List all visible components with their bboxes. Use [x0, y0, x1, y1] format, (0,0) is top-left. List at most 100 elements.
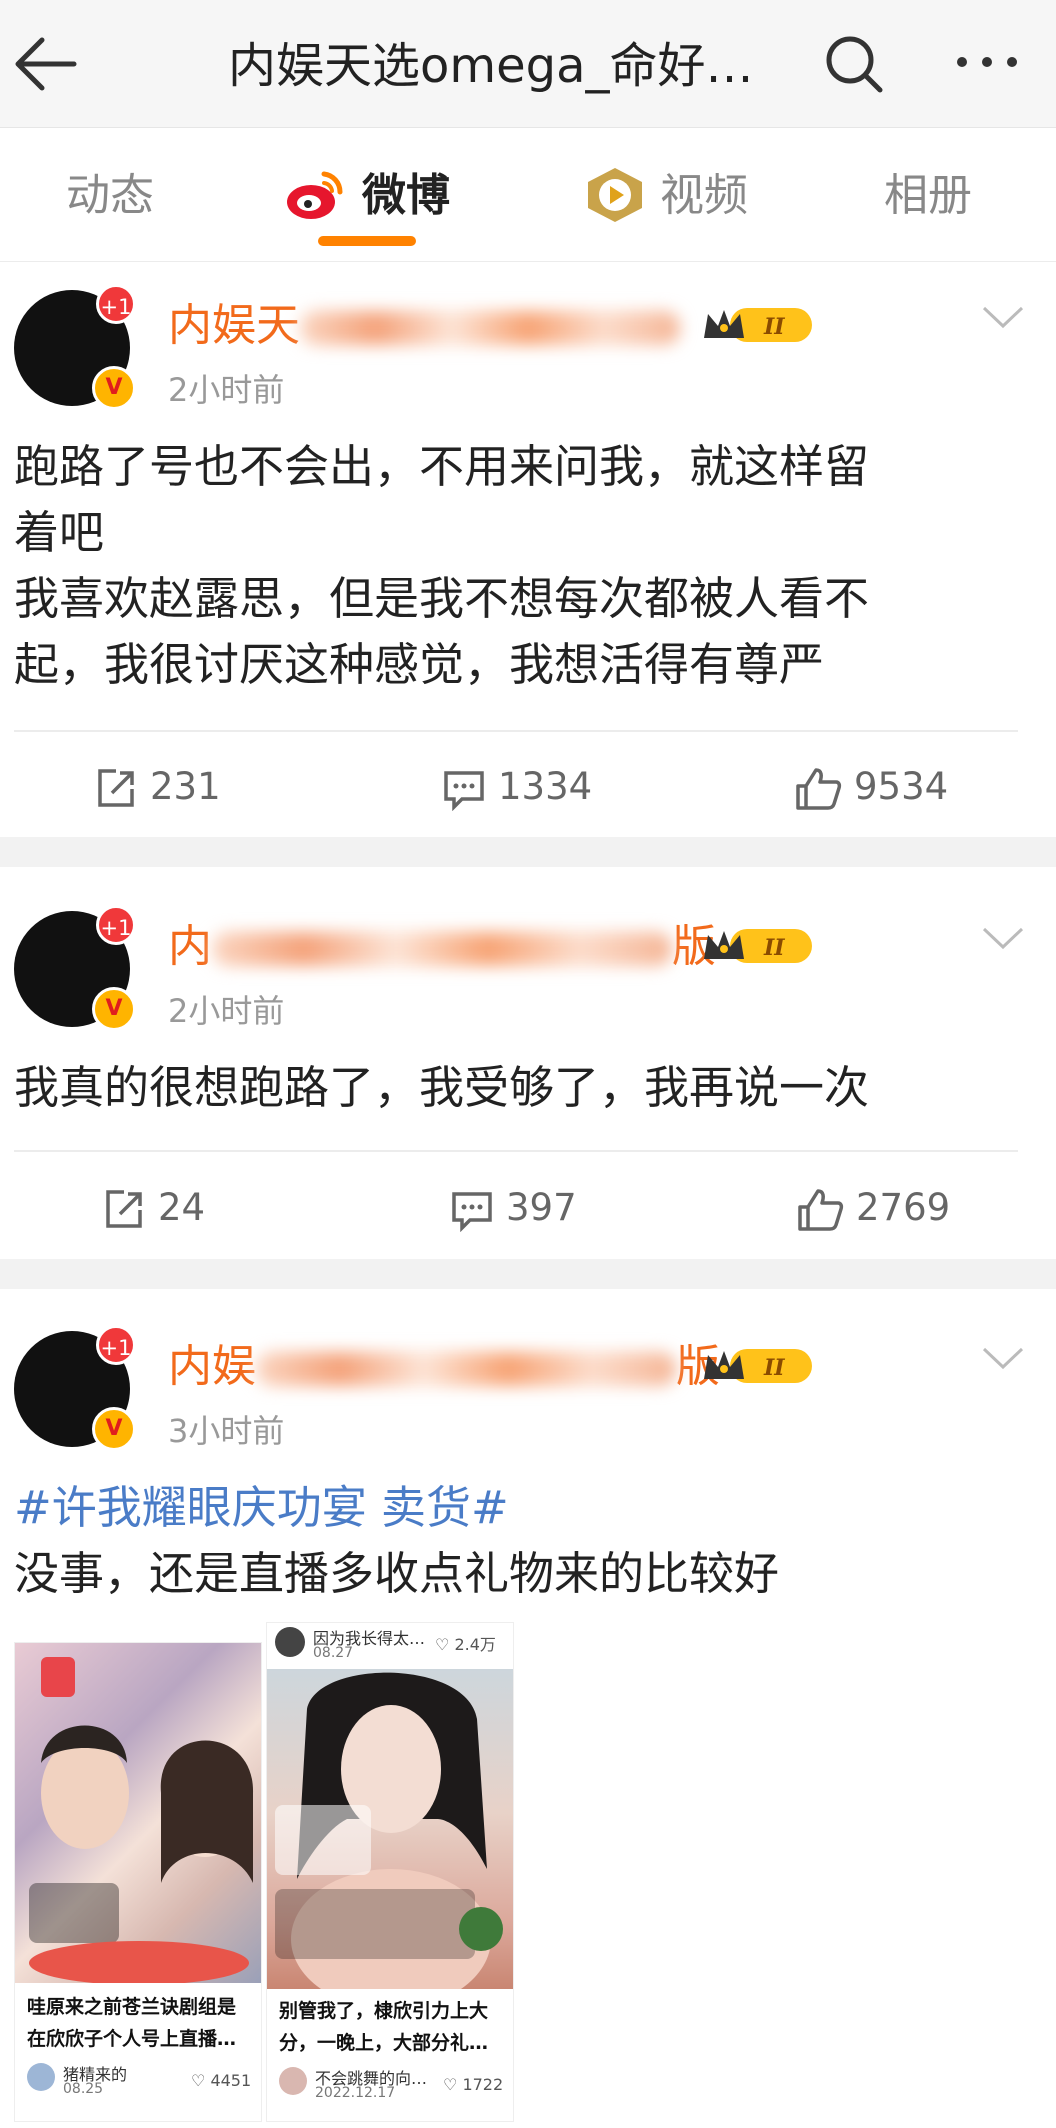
username[interactable]: 内娱天 — [168, 298, 680, 354]
username-text: 内 — [168, 921, 212, 972]
vip-level: II — [763, 1355, 785, 1381]
thumbs-up-icon — [796, 767, 842, 810]
comment-icon — [452, 1191, 492, 1232]
weibo-logo-icon — [284, 166, 346, 224]
author-avatar — [279, 2067, 307, 2095]
chevron-down-icon[interactable] — [980, 1343, 1026, 1373]
video-play-icon — [584, 166, 646, 224]
repost-icon — [106, 1189, 142, 1228]
post-separator — [0, 837, 1056, 867]
post-text-line: 跑路了号也不会出，不用来问我，就这样留 — [14, 440, 870, 493]
post-text: 我真的很想跑路了，我受够了，我再说一次 — [14, 1055, 1034, 1121]
tab-album[interactable]: 相册 — [884, 168, 972, 224]
username[interactable]: 内版 — [168, 919, 716, 975]
post-time: 3小时前 — [168, 1412, 285, 1450]
post-separator — [0, 1259, 1056, 1289]
weibo-post[interactable]: +1 V 内版 II 2小时前 我真的很想跑路了，我受够了，我再说一次 24 3… — [0, 867, 1056, 1259]
image-top-like-count: 2.4万 — [454, 1635, 496, 1654]
divider — [14, 730, 1018, 732]
top-bar: 内娱天选omega_命好… — [0, 0, 1056, 128]
topic-link[interactable]: #许我耀眼庆功宴 卖货# — [14, 1475, 1034, 1541]
image-date: 2022.12.17 — [315, 2085, 396, 2101]
verified-badge-icon: V — [92, 987, 136, 1031]
active-tab-indicator — [318, 236, 416, 246]
more-dots-icon[interactable] — [950, 30, 1030, 98]
post-text-line: 我真的很想跑路了，我受够了，我再说一次 — [14, 1061, 870, 1114]
image-top-date: 08.27 — [313, 1645, 354, 1661]
heart-icon: ♡ — [191, 2071, 211, 2090]
thumbs-up-icon — [798, 1188, 844, 1231]
vip-crown-badge-icon: II — [700, 1345, 818, 1387]
like-button[interactable]: 2769 — [796, 1183, 950, 1233]
username-blurred — [300, 311, 680, 345]
author-avatar — [275, 1627, 305, 1657]
photo-livestream — [15, 1643, 261, 1985]
comment-count: 1334 — [498, 765, 593, 808]
image-likes: ♡ 1722 — [443, 2075, 503, 2094]
post-text-line: 起，我很讨厌这种感觉，我想活得有尊严 — [14, 638, 825, 691]
caption-line: 哇原来之前苍兰诀剧组是 — [27, 1996, 237, 2018]
vip-level: II — [763, 935, 785, 961]
repost-button[interactable]: 24 — [102, 1183, 205, 1233]
caption-line: 分，一晚上，大部分礼… — [279, 2032, 489, 2054]
post-text: #许我耀眼庆功宴 卖货# 没事，还是直播多收点礼物来的比较好 — [14, 1475, 1034, 1607]
page-title: 内娱天选omega_命好… — [228, 38, 754, 94]
vip-level: II — [763, 314, 785, 340]
notification-badge: +1 — [96, 284, 136, 324]
search-icon[interactable] — [820, 30, 888, 98]
post-time: 2小时前 — [168, 992, 285, 1030]
repost-button[interactable]: 231 — [94, 762, 221, 812]
username-text: 内娱 — [168, 1341, 256, 1392]
media-image[interactable]: 哇原来之前苍兰诀剧组是 在欣欣子个人号上直播… 猪精来的 08.25 ♡ 445… — [14, 1642, 262, 2122]
post-media[interactable]: 哇原来之前苍兰诀剧组是 在欣欣子个人号上直播… 猪精来的 08.25 ♡ 445… — [14, 1622, 514, 2122]
divider — [14, 1150, 1018, 1152]
image-caption: 哇原来之前苍兰诀剧组是 在欣欣子个人号上直播… — [27, 1991, 236, 2055]
photo-portrait — [267, 1669, 513, 2009]
post-text: 跑路了号也不会出，不用来问我，就这样留 着吧 我喜欢赵露思，但是我不想每次都被人… — [14, 434, 1034, 698]
heart-icon: ♡ — [435, 1635, 455, 1654]
repost-count: 231 — [150, 765, 221, 808]
username-blurred — [212, 932, 672, 966]
image-like-count: 4451 — [210, 2071, 252, 2090]
back-arrow-icon[interactable] — [10, 28, 90, 100]
like-button[interactable]: 9534 — [794, 762, 948, 812]
like-count: 2769 — [856, 1186, 951, 1229]
username[interactable]: 内娱版 — [168, 1339, 720, 1395]
notification-badge: +1 — [96, 1325, 136, 1365]
post-text-line: 没事，还是直播多收点礼物来的比较好 — [14, 1547, 780, 1600]
post-time: 2小时前 — [168, 371, 285, 409]
profile-tabs: 动态 微博 视频 相册 — [0, 128, 1056, 262]
post-text-line: 我喜欢赵露思，但是我不想每次都被人看不 — [14, 572, 870, 625]
post-text-line: 着吧 — [14, 506, 105, 559]
comment-count: 397 — [506, 1186, 577, 1229]
image-date: 08.25 — [63, 2081, 104, 2097]
caption-line: 在欣欣子个人号上直播… — [27, 2028, 237, 2050]
media-image[interactable]: 因为我长得太… 08.27 ♡ 2.4万 别管我了，棣欣引力上大 分，一晚上，大… — [266, 1622, 514, 2122]
repost-count: 24 — [158, 1186, 206, 1229]
tab-video[interactable]: 视频 — [660, 168, 748, 224]
tab-weibo[interactable]: 微博 — [362, 168, 450, 224]
image-likes: ♡ 4451 — [191, 2071, 251, 2090]
vip-crown-badge-icon: II — [700, 925, 818, 967]
repost-icon — [98, 768, 134, 807]
username-text: 内娱天 — [168, 300, 300, 351]
like-count: 9534 — [854, 765, 949, 808]
image-like-count: 1722 — [462, 2075, 504, 2094]
comment-button[interactable]: 1334 — [442, 762, 592, 812]
heart-icon: ♡ — [443, 2075, 463, 2094]
comment-button[interactable]: 397 — [450, 1183, 577, 1233]
image-top-likes: ♡ 2.4万 — [435, 1631, 496, 1655]
verified-badge-icon: V — [92, 366, 136, 410]
notification-badge: +1 — [96, 905, 136, 945]
caption-line: 别管我了，棣欣引力上大 — [279, 2000, 489, 2022]
verified-badge-icon: V — [92, 1407, 136, 1451]
weibo-post[interactable]: +1 V 内娱版 II 3小时前 #许我耀眼庆功宴 卖货# 没事，还是直播多收点… — [0, 1289, 1056, 2128]
username-blurred — [256, 1352, 676, 1386]
weibo-post[interactable]: +1 V 内娱天 II 2小时前 跑路了号也不会出，不用来问我，就这样留 着吧 … — [0, 262, 1056, 837]
tab-dongtai[interactable]: 动态 — [66, 168, 154, 224]
chevron-down-icon[interactable] — [980, 302, 1026, 332]
vip-crown-badge-icon: II — [700, 304, 818, 346]
comment-icon — [444, 770, 484, 811]
author-avatar — [27, 2063, 55, 2091]
chevron-down-icon[interactable] — [980, 923, 1026, 953]
